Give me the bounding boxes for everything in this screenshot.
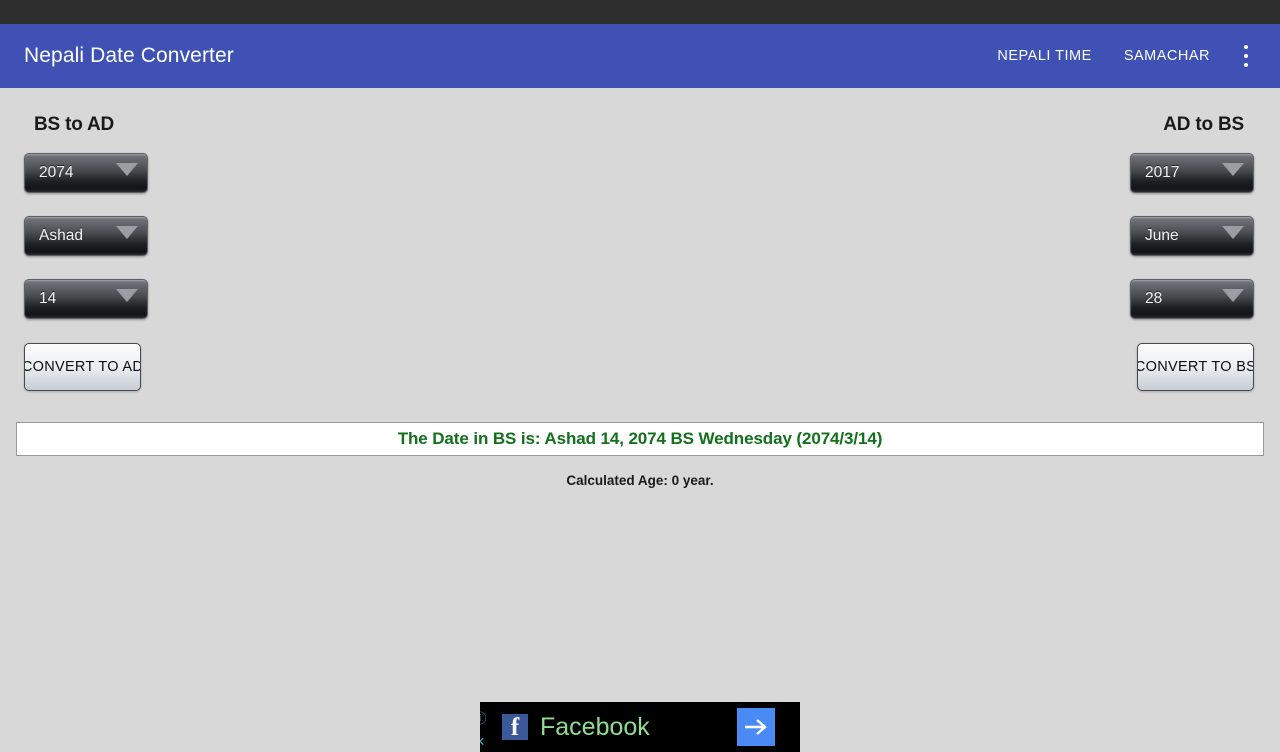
bs-year-spinner[interactable]: 2074	[24, 153, 148, 193]
chevron-down-icon	[1222, 225, 1244, 239]
menu-dot	[1244, 45, 1248, 49]
chevron-down-icon	[116, 162, 138, 176]
result-box: The Date in BS is: Ashad 14, 2074 BS Wed…	[16, 422, 1264, 456]
ad-month-spinner[interactable]: June	[1130, 216, 1254, 256]
ad-year-value: 2017	[1145, 164, 1180, 181]
facebook-logo-letter: f	[510, 714, 520, 741]
chevron-down-icon	[1222, 162, 1244, 176]
bs-year-value: 2074	[39, 164, 74, 181]
close-icon[interactable]: ✕	[480, 735, 488, 750]
chevron-down-icon	[116, 225, 138, 239]
facebook-logo-icon: f	[502, 714, 528, 740]
ad-to-bs-heading: AD to BS	[1163, 114, 1244, 135]
bs-day-value: 14	[39, 290, 57, 307]
ad-year-spinner[interactable]: 2017	[1130, 153, 1254, 193]
calculated-age-text: Calculated Age: 0 year.	[566, 473, 714, 488]
menu-dot	[1244, 54, 1248, 58]
action-nepali-time[interactable]: NEPALI TIME	[981, 24, 1107, 88]
bs-month-spinner[interactable]: Ashad	[24, 216, 148, 256]
page-title: Nepali Date Converter	[24, 44, 234, 67]
convert-to-bs-button[interactable]: CONVERT TO BS	[1137, 343, 1254, 391]
action-samachar[interactable]: SAMACHAR	[1108, 24, 1226, 88]
bs-day-spinner[interactable]: 14	[24, 279, 148, 319]
result-text: The Date in BS is: Ashad 14, 2074 BS Wed…	[397, 429, 883, 448]
ad-day-value: 28	[1145, 290, 1163, 307]
ad-banner[interactable]: ⓘ ✕ f Facebook	[480, 702, 800, 752]
app-bar-actions: NEPALI TIME SAMACHAR	[981, 24, 1280, 88]
ad-title: Facebook	[540, 712, 650, 741]
arrow-right-icon[interactable]	[737, 708, 775, 746]
menu-dot	[1244, 63, 1248, 67]
ad-day-spinner[interactable]: 28	[1130, 279, 1254, 319]
more-vertical-icon[interactable]	[1228, 24, 1264, 88]
chevron-down-icon	[1222, 288, 1244, 302]
system-status-bar	[0, 0, 1280, 24]
app-screen: Nepali Date Converter NEPALI TIME SAMACH…	[0, 0, 1280, 752]
convert-to-ad-button[interactable]: CONVERT TO AD	[24, 343, 141, 391]
ad-badges: ⓘ ✕	[480, 712, 489, 750]
app-bar: Nepali Date Converter NEPALI TIME SAMACH…	[0, 24, 1280, 88]
ad-month-value: June	[1145, 227, 1179, 244]
info-circle-icon[interactable]: ⓘ	[480, 712, 488, 727]
bs-to-ad-heading: BS to AD	[34, 114, 115, 135]
bs-month-value: Ashad	[39, 227, 83, 244]
chevron-down-icon	[116, 288, 138, 302]
